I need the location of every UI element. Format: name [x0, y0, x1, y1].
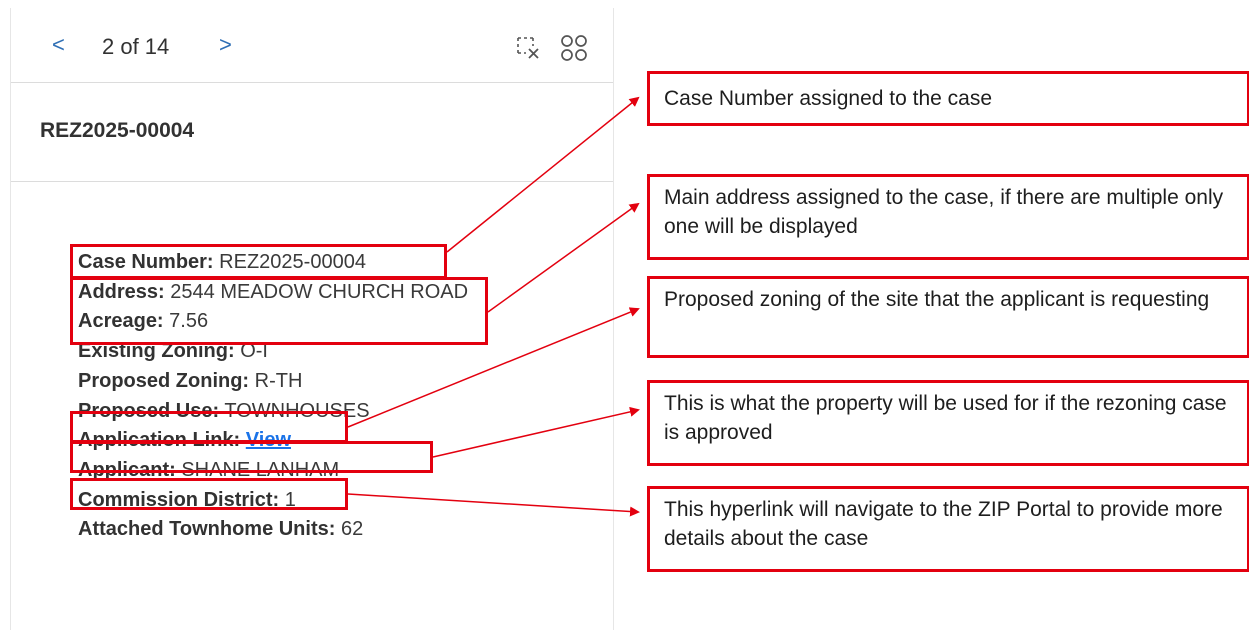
callout-address: Main address assigned to the case, if th… — [647, 174, 1249, 260]
highlight-proposed-use — [70, 441, 433, 473]
popup-header: < 2 of 14 > — [11, 8, 613, 83]
callout-proposed-use: This is what the property will be used f… — [647, 380, 1249, 466]
highlight-application-link — [70, 478, 348, 510]
attr-value: R-TH — [254, 369, 303, 392]
attr-value: 62 — [340, 518, 364, 541]
next-feature-button[interactable]: > — [219, 34, 232, 56]
attr-label: Attached Townhome Units: — [78, 518, 336, 541]
grid-icon[interactable] — [558, 32, 588, 62]
page-indicator: 2 of 14 — [102, 34, 170, 59]
highlight-proposed-zoning — [70, 411, 348, 443]
callout-application-link: This hyperlink will navigate to the ZIP … — [647, 486, 1249, 572]
highlight-case-number — [70, 244, 447, 279]
attr-proposed-zoning: Proposed Zoning: R-TH — [78, 367, 508, 397]
clear-selection-icon[interactable] — [514, 34, 544, 64]
callout-case-number: Case Number assigned to the case — [647, 71, 1249, 126]
attr-label: Proposed Zoning: — [78, 369, 250, 392]
attr-townhome-units: Attached Townhome Units: 62 — [78, 515, 508, 545]
previous-feature-button[interactable]: < — [52, 34, 65, 56]
feature-title: REZ2025-00004 — [40, 119, 195, 142]
highlight-address — [70, 277, 488, 345]
popup-title-section: REZ2025-00004 — [11, 83, 613, 182]
callout-proposed-zoning: Proposed zoning of the site that the app… — [647, 276, 1249, 358]
